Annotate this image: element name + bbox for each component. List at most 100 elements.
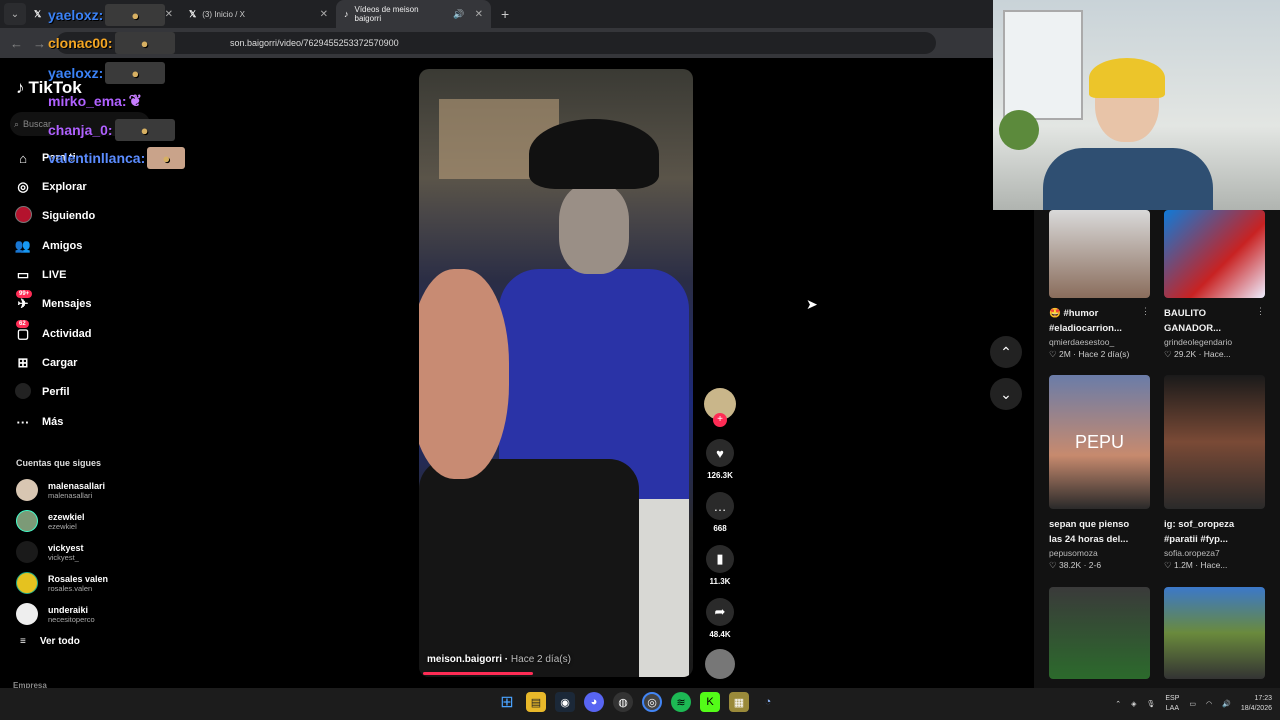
spotify-icon[interactable]: ≋ bbox=[671, 692, 691, 712]
nav-mas[interactable]: ··· Más bbox=[14, 411, 64, 433]
video-thumbnail[interactable] bbox=[1049, 587, 1150, 679]
following-handle: malenasallari bbox=[48, 490, 93, 500]
previous-video-button[interactable]: ⌃ bbox=[990, 336, 1022, 368]
music-disc[interactable] bbox=[705, 649, 735, 679]
recommended-video-card[interactable]: PEPU sepan que pienso las 24 horas del...… bbox=[1049, 375, 1150, 571]
video-caption[interactable]: meison.baigorri · Hace 2 día(s) bbox=[427, 654, 571, 665]
save-button[interactable]: ▮ bbox=[706, 545, 734, 573]
card-user[interactable]: grindeolegendario bbox=[1164, 337, 1265, 347]
back-icon[interactable]: ← bbox=[10, 36, 23, 51]
network-icon[interactable]: ◈ bbox=[1131, 700, 1136, 708]
tab-search-dropdown[interactable]: ⌄ bbox=[4, 3, 26, 25]
recommended-video-card[interactable]: ig: sof_oropeza #paratii #fyp... sofia.or… bbox=[1164, 375, 1265, 571]
more-options-icon[interactable]: ⋮ bbox=[1141, 306, 1150, 317]
card-user[interactable]: pepusomoza bbox=[1049, 548, 1150, 558]
video-thumbnail[interactable] bbox=[1049, 210, 1150, 298]
tiktok-icon: ♪ bbox=[344, 9, 349, 19]
avatar bbox=[16, 479, 38, 501]
card-user[interactable]: qmierdaesestoo_ bbox=[1049, 337, 1150, 347]
display-icon[interactable]: ▭ bbox=[1189, 700, 1196, 708]
video-player[interactable]: meison.baigorri · Hace 2 día(s) bbox=[419, 69, 693, 677]
chat-message: yaeloxz: ● bbox=[48, 62, 166, 84]
following-item[interactable]: malenasallari malenasallari bbox=[16, 479, 105, 501]
following-item[interactable]: Rosales valen rosales.valen bbox=[16, 572, 108, 594]
speaker-icon[interactable]: 🔊 bbox=[453, 9, 464, 20]
following-handle: vickyest_ bbox=[48, 552, 79, 562]
chat-username: clonac00: bbox=[48, 35, 113, 51]
tab-x-inicio[interactable]: 𝕏 (3) Inicio / X ✕ bbox=[181, 0, 336, 28]
upload-icon: ⊞ bbox=[17, 355, 29, 370]
taskbar-icons: ⊞ ▤ ◉ ◕ ◍ ◎ ≋ K ▦ ◔ bbox=[497, 692, 778, 712]
mouse-cursor-icon: ➤ bbox=[806, 296, 818, 312]
following-item[interactable]: ezewkiel ezewkiel bbox=[16, 510, 85, 532]
url-field[interactable]: son.baigorri/video/7629455253372570900 bbox=[56, 32, 936, 54]
obs-icon[interactable]: ◍ bbox=[613, 692, 633, 712]
card-user[interactable]: sofia.oropeza7 bbox=[1164, 548, 1265, 558]
nav-amigos[interactable]: 👥 Amigos bbox=[14, 235, 82, 257]
emote-icon: ● bbox=[114, 32, 175, 54]
share-button[interactable]: ➦ bbox=[706, 598, 734, 626]
profile-icon bbox=[14, 382, 32, 402]
close-icon[interactable]: ✕ bbox=[165, 9, 173, 20]
search-icon: ⌕ bbox=[14, 118, 20, 129]
close-icon[interactable]: ✕ bbox=[475, 9, 483, 20]
video-thumbnail[interactable] bbox=[1164, 587, 1265, 679]
close-icon[interactable]: ✕ bbox=[320, 9, 328, 20]
avatar bbox=[16, 572, 38, 594]
game-app-icon[interactable]: ▦ bbox=[729, 692, 749, 712]
recommended-video-card[interactable]: 🤩 #humor #eladiocarrion... qmierdaesestoo… bbox=[1049, 210, 1150, 360]
video-thumbnail[interactable] bbox=[1164, 375, 1265, 509]
app-icon[interactable]: ◔ bbox=[758, 692, 778, 712]
feather-icon: ❦ bbox=[128, 93, 142, 110]
video-figure bbox=[529, 119, 659, 189]
language-indicator[interactable]: ESP LAA bbox=[1165, 694, 1179, 714]
like-button[interactable]: ♥ bbox=[706, 439, 734, 467]
follow-plus-button[interactable]: + bbox=[713, 413, 727, 427]
video-thumbnail[interactable]: PEPU bbox=[1049, 375, 1150, 509]
wifi-icon[interactable]: ◠ bbox=[1206, 700, 1212, 708]
clock[interactable]: 17:23 18/4/2026 bbox=[1241, 694, 1272, 714]
following-item[interactable]: vickyest vickyest_ bbox=[16, 541, 84, 563]
video-progress-bar[interactable] bbox=[423, 672, 533, 675]
steam-icon[interactable]: ◉ bbox=[555, 692, 575, 712]
tiktok-note-icon: ♪ bbox=[16, 78, 25, 97]
nav-siguiendo[interactable]: Siguiendo bbox=[14, 205, 95, 227]
chat-message: chanja_0: ● bbox=[48, 119, 175, 141]
discord-icon[interactable]: ◕ bbox=[584, 692, 604, 712]
nav-cargar[interactable]: ⊞ Cargar bbox=[14, 352, 78, 374]
windows-start-icon[interactable]: ⊞ bbox=[497, 692, 517, 712]
messages-icon: ✈ 99+ bbox=[14, 290, 33, 312]
compass-icon: ◎ bbox=[17, 179, 29, 194]
nav-label: LIVE bbox=[42, 269, 67, 281]
nav-perfil[interactable]: Perfil bbox=[14, 381, 70, 403]
new-tab-button[interactable]: + bbox=[501, 6, 509, 22]
tab-tiktok-video[interactable]: ♪ Vídeos de meison baigorri 🔊 ✕ bbox=[336, 0, 491, 28]
nav-mensajes[interactable]: ✈ 99+ Mensajes bbox=[14, 290, 92, 315]
chat-message: valentinllanca: ● bbox=[48, 147, 186, 169]
see-all-link[interactable]: ≡ Ver todo bbox=[20, 636, 80, 647]
recommended-video-card[interactable]: BAULITO GANADOR... grindeolegendario ♡ 29… bbox=[1164, 210, 1265, 360]
next-video-button[interactable]: ⌄ bbox=[990, 378, 1022, 410]
video-author[interactable]: meison.baigorri bbox=[427, 654, 502, 665]
chevron-up-icon[interactable]: ⌃ bbox=[1115, 700, 1121, 708]
microphone-icon[interactable]: 🎙 bbox=[1146, 700, 1155, 708]
chevron-up-icon: ⌃ bbox=[1000, 343, 1012, 360]
nav-explorar[interactable]: ◎ Explorar bbox=[14, 176, 86, 198]
kick-icon[interactable]: K bbox=[700, 692, 720, 712]
avatar bbox=[16, 541, 38, 563]
video-figure bbox=[419, 269, 509, 479]
video-thumbnail[interactable] bbox=[1164, 210, 1265, 298]
volume-icon[interactable]: 🔊 bbox=[1222, 700, 1231, 708]
nav-actividad[interactable]: ▢ 62 Actividad bbox=[14, 320, 92, 345]
comment-button[interactable]: … bbox=[706, 492, 734, 520]
forward-icon[interactable]: → bbox=[33, 36, 46, 51]
more-options-icon[interactable]: ⋮ bbox=[1256, 306, 1265, 317]
file-explorer-icon[interactable]: ▤ bbox=[526, 692, 546, 712]
nav-live[interactable]: ▭ LIVE bbox=[14, 264, 67, 286]
chat-username: mirko_ema: bbox=[48, 93, 127, 109]
following-item[interactable]: underaiki necesitoperco bbox=[16, 603, 95, 625]
nav-label: Mensajes bbox=[42, 298, 92, 310]
video-time: Hace 2 día(s) bbox=[510, 654, 571, 665]
heart-icon: ♥ bbox=[716, 445, 724, 461]
chrome-icon[interactable]: ◎ bbox=[642, 692, 662, 712]
